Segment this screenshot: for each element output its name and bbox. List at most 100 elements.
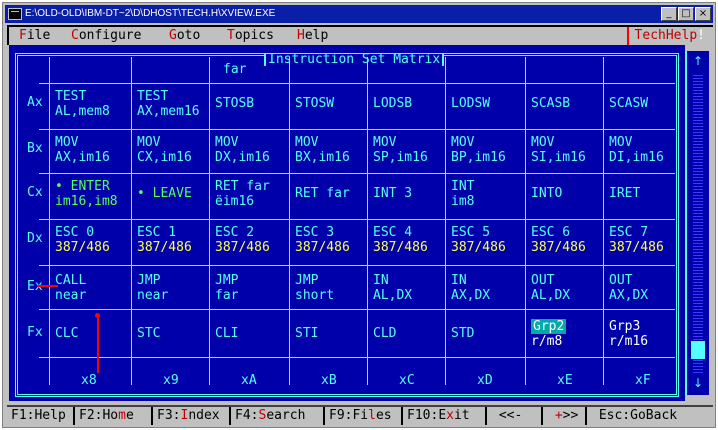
instruction-mnemonic: STI: [295, 326, 319, 341]
status-key: F1:: [11, 408, 35, 423]
status-item[interactable]: F2:Home: [75, 407, 153, 425]
instruction-mnemonic: INT: [451, 179, 475, 194]
panel-title: Instruction Set Matrix: [264, 53, 445, 68]
status-hotkey: x: [446, 408, 454, 423]
status-text: [547, 408, 555, 423]
grid-vline: [525, 57, 526, 385]
instruction-mnemonic: IRET: [609, 186, 641, 201]
row-label: Ax: [27, 95, 43, 110]
menu-goto[interactable]: Goto: [169, 27, 200, 45]
scroll-track[interactable]: [693, 73, 703, 373]
title-bar[interactable]: E:\OLD-OLD\IBM-DT~2\D\DHOST\TECH.H\XVIEW…: [5, 5, 713, 23]
status-hotkey: m: [118, 408, 126, 423]
instruction-mnemonic: CLC: [55, 326, 79, 341]
vertical-scrollbar[interactable]: ↑ ↓: [685, 51, 709, 395]
menu-configure[interactable]: Configure: [71, 27, 141, 45]
menu-help-hotkey: H: [297, 28, 305, 43]
menu-configure-label: onfigure: [78, 28, 142, 43]
instruction-mnemonic: ESC 0: [55, 225, 95, 240]
status-text: <<-: [491, 408, 531, 423]
instruction-operands: 387/486: [451, 240, 506, 255]
grid-hline: [39, 309, 675, 310]
scroll-up-arrow-icon[interactable]: ↑: [687, 53, 709, 69]
instruction-operands: 387/486: [373, 240, 428, 255]
instruction-operands: 387/486: [531, 240, 586, 255]
instruction-operands: short: [295, 288, 335, 303]
instruction-operands: DX,im16: [215, 150, 270, 165]
instruction-mnemonic: ESC 4: [373, 225, 413, 240]
instruction-mnemonic: STOSW: [295, 96, 335, 111]
scroll-down-arrow-icon[interactable]: ↓: [687, 375, 709, 391]
instruction-operands: AX,DX: [609, 288, 649, 303]
top-overflow-text: far: [223, 62, 247, 77]
instruction-mnemonic: MOV: [137, 135, 161, 150]
status-item[interactable]: F1:Help: [7, 407, 75, 425]
instruction-mnemonic: TEST: [137, 89, 169, 104]
instruction-mnemonic: INT 3: [373, 186, 413, 201]
instruction-mnemonic: ESC 3: [295, 225, 335, 240]
status-text: Ho: [102, 408, 119, 423]
instruction-mnemonic: Grp2: [531, 319, 567, 334]
scroll-thumb[interactable]: [691, 341, 705, 359]
instruction-operands: SI,im16: [531, 150, 586, 165]
close-button[interactable]: ×: [695, 7, 711, 21]
status-item[interactable]: F10:Exit: [403, 407, 487, 425]
instruction-mnemonic: ESC 2: [215, 225, 255, 240]
column-label: xD: [477, 373, 493, 388]
menu-topics[interactable]: Topics: [227, 27, 274, 45]
matrix-frame: Instruction Set Matrix: [15, 53, 679, 397]
instruction-mnemonic: SCASW: [609, 96, 649, 111]
instruction-mnemonic: MOV: [295, 135, 319, 150]
menu-file-hotkey: F: [19, 28, 27, 43]
status-item[interactable]: +>>: [543, 407, 587, 425]
instruction-operands: BP,im16: [451, 150, 506, 165]
instruction-mnemonic: LODSW: [451, 96, 491, 111]
minimize-button[interactable]: _: [661, 7, 677, 21]
instruction-mnemonic: IN: [373, 273, 389, 288]
grid-hline: [39, 129, 675, 130]
instruction-operands: 387/486: [55, 240, 110, 255]
matrix-screen: Instruction Set Matrix far Ax Bx Cx Dx Ex Fx T…: [9, 45, 685, 401]
column-label: x8: [81, 373, 97, 388]
instruction-operands: ëim16: [215, 194, 255, 209]
status-item[interactable]: <<-: [487, 407, 543, 425]
status-text: earch: [266, 408, 306, 423]
row-label: Dx: [27, 231, 43, 246]
instruction-mnemonic: MOV: [215, 135, 239, 150]
grid-vline: [209, 57, 210, 385]
instruction-mnemonic: STOSB: [215, 96, 255, 111]
grid-vline: [445, 57, 446, 385]
instruction-operands: CX,im16: [137, 150, 192, 165]
instruction-mnemonic: ESC 5: [451, 225, 491, 240]
menu-help[interactable]: Help: [297, 27, 328, 45]
maximize-button[interactable]: □: [678, 7, 694, 21]
menu-file[interactable]: File: [19, 27, 50, 45]
status-item[interactable]: F4:Search: [231, 407, 325, 425]
status-key: F9:: [329, 408, 353, 423]
status-item[interactable]: Esc:GoBack: [587, 407, 709, 425]
pointer-arrow-vertical: [97, 317, 99, 373]
status-text: E: [438, 408, 447, 423]
instruction-mnemonic: RET far: [295, 186, 350, 201]
row-label: Cx: [27, 185, 43, 200]
grid-hline: [39, 357, 675, 358]
column-label: xC: [399, 373, 415, 388]
grid-hline: [39, 219, 675, 220]
window-title: E:\OLD-OLD\IBM-DT~2\D\DHOST\TECH.H\XVIEW…: [25, 8, 276, 19]
instruction-operands: near: [137, 288, 169, 303]
row-label: Fx: [27, 325, 43, 340]
grid-vline: [367, 57, 368, 385]
console-icon[interactable]: [8, 8, 22, 20]
instruction-operands: 387/486: [137, 240, 192, 255]
instruction-operands: 387/486: [609, 240, 664, 255]
status-item[interactable]: F3:Index: [153, 407, 231, 425]
instruction-mnemonic: OUT: [609, 273, 633, 288]
instruction-operands: AX,im16: [55, 150, 110, 165]
status-hotkey: l: [368, 408, 376, 423]
column-label: xE: [557, 373, 573, 388]
instruction-operands: 387/486: [215, 240, 270, 255]
instruction-mnemonic: SCASB: [531, 96, 571, 111]
status-text: e: [125, 408, 134, 423]
status-item[interactable]: F9:Files: [325, 407, 403, 425]
pointer-dot: [95, 313, 100, 318]
